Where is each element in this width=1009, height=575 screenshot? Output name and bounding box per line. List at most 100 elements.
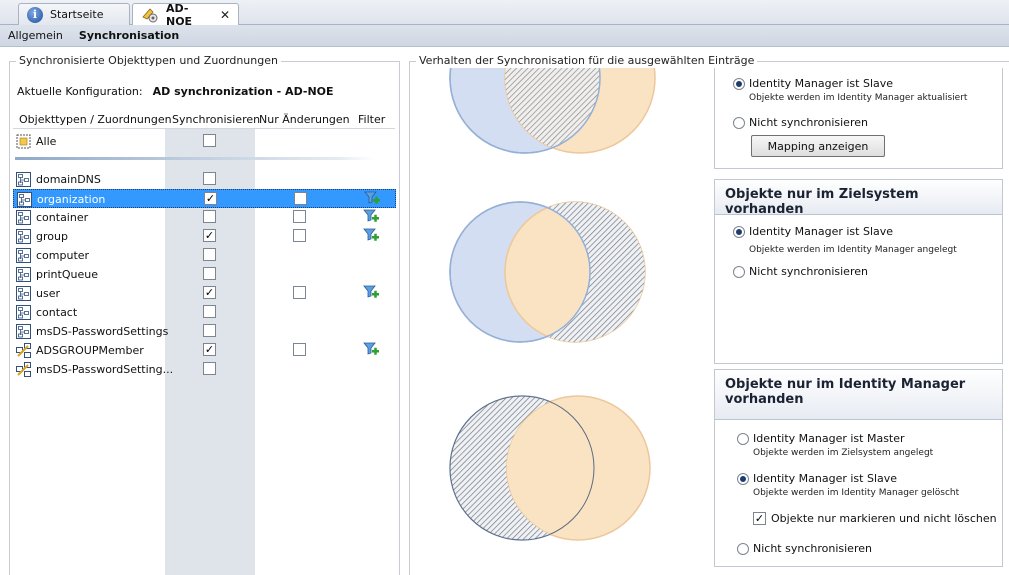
filter-add-icon[interactable] [364, 191, 380, 207]
group-legend: Synchronisierte Objekttypen und Zuordnun… [16, 54, 281, 67]
column-header-changes[interactable]: Nur Änderungen [259, 113, 350, 126]
row-label: computer [36, 249, 90, 262]
sync-checkbox[interactable] [203, 248, 216, 261]
mapping-button[interactable]: Mapping anzeigen [751, 135, 885, 157]
radio-master[interactable] [737, 433, 749, 445]
object-type-icon [16, 286, 31, 301]
document-tabstrip: i Startseite AD-NOE ✕ [0, 0, 1009, 28]
table-row[interactable]: domainDNS [13, 170, 396, 189]
current-configuration: Aktuelle Konfiguration: AD synchronizatio… [17, 85, 334, 98]
changes-only-checkbox[interactable] [293, 286, 306, 299]
object-type-icon [16, 229, 31, 244]
venn-diagram-target-only [440, 198, 680, 348]
all-separator [15, 157, 375, 160]
header-divider [13, 128, 395, 129]
changes-only-checkbox[interactable] [293, 229, 306, 242]
row-label: group [36, 230, 68, 243]
option-label: Identity Manager ist Master [753, 432, 905, 445]
sync-icon [141, 7, 159, 23]
changes-only-checkbox[interactable] [293, 343, 306, 356]
filter-add-icon[interactable] [363, 342, 379, 358]
table-row[interactable]: computer [13, 246, 396, 265]
column-header-objecttypes[interactable]: Objekttypen / Zuordnungen [19, 113, 172, 126]
sync-checkbox[interactable]: ✓ [203, 229, 216, 242]
filter-add-icon[interactable] [363, 228, 379, 244]
sync-checkbox[interactable]: ✓ [203, 343, 216, 356]
radio-slave[interactable] [733, 78, 745, 90]
section-tabs: Allgemein Synchronisation [0, 25, 1009, 47]
sync-checkbox[interactable]: ✓ [204, 192, 217, 205]
changes-only-checkbox[interactable] [294, 192, 307, 205]
tab-synchronisation[interactable]: Synchronisation [71, 29, 187, 42]
radio-slave[interactable] [733, 226, 745, 238]
option-description: Objekte werden im Identity Manager gelös… [753, 488, 960, 498]
venn-diagram-both [449, 68, 656, 154]
venn-diagram-manager-only [440, 390, 680, 550]
close-icon[interactable]: ✕ [220, 8, 230, 22]
option-label: Nicht synchronisieren [749, 116, 868, 129]
section-manager-only: Objekte nur im Identity Manager vorhande… [714, 369, 1003, 567]
option-label: Identity Manager ist Slave [749, 77, 894, 90]
sync-checkbox[interactable] [203, 210, 216, 223]
config-label: Aktuelle Konfiguration: [17, 85, 143, 98]
object-type-icon [16, 172, 31, 187]
option-description: Objekte werden im Zielsystem angelegt [753, 448, 934, 458]
row-all[interactable]: Alle [13, 132, 396, 151]
object-type-icon [16, 267, 31, 282]
checkbox-label: Objekte nur markieren und nicht löschen [771, 512, 997, 525]
option-description: Objekte werden im Identity Manager angel… [749, 245, 957, 255]
tab-startseite[interactable]: i Startseite [18, 3, 130, 25]
table-row[interactable]: msDS-PasswordSetting... [13, 360, 396, 379]
row-label: organization [37, 193, 106, 206]
table-row[interactable]: group ✓ [13, 227, 396, 246]
option-label: Identity Manager ist Slave [753, 472, 898, 485]
section-both-systems: Identity Manager ist Slave Objekte werde… [714, 68, 1003, 169]
table-row[interactable]: msDS-PasswordSettings [13, 322, 396, 341]
option-label: Nicht synchronisieren [749, 265, 868, 278]
changes-only-checkbox[interactable] [293, 210, 306, 223]
tab-allgemein[interactable]: Allgemein [0, 29, 71, 42]
row-label: msDS-PasswordSetting... [36, 363, 174, 376]
mapping-icon [16, 362, 31, 377]
table-row[interactable]: organization ✓ [13, 189, 396, 208]
column-header-sync[interactable]: Synchronisieren [172, 113, 260, 126]
radio-slave[interactable] [737, 473, 749, 485]
row-label: domainDNS [36, 173, 101, 186]
sync-checkbox[interactable] [203, 172, 216, 185]
section-title: Objekte nur im Identity Manager vorhande… [715, 370, 1002, 420]
filter-add-icon[interactable] [363, 209, 379, 225]
table-row[interactable]: user ✓ [13, 284, 396, 303]
select-all-icon [16, 134, 31, 149]
row-label: user [36, 287, 60, 300]
row-label: printQueue [36, 268, 98, 281]
config-value: AD synchronization - AD-NOE [152, 85, 334, 98]
radio-no-sync[interactable] [737, 543, 749, 555]
sync-checkbox[interactable] [203, 362, 216, 375]
option-label: Nicht synchronisieren [753, 542, 872, 555]
mapping-icon [16, 343, 31, 358]
row-label: ADSGROUPMember [36, 344, 144, 357]
column-header-filter[interactable]: Filter [358, 113, 385, 126]
table-row[interactable]: container [13, 208, 396, 227]
table-row[interactable]: contact [13, 303, 396, 322]
sync-checkbox[interactable] [203, 305, 216, 318]
mark-only-checkbox[interactable]: ✓ [753, 512, 766, 525]
radio-no-sync[interactable] [733, 117, 745, 129]
row-label: container [36, 211, 89, 224]
tab-ad-noe[interactable]: AD-NOE ✕ [132, 2, 239, 28]
object-type-icon [16, 324, 31, 339]
sync-checkbox[interactable]: ✓ [203, 286, 216, 299]
radio-no-sync[interactable] [733, 266, 745, 278]
object-type-icon [16, 305, 31, 320]
table-row[interactable]: printQueue [13, 265, 396, 284]
tab-label: Startseite [50, 8, 104, 21]
row-label: Alle [36, 135, 57, 148]
sync-checkbox[interactable] [203, 267, 216, 280]
sync-checkbox[interactable] [203, 324, 216, 337]
filter-add-icon[interactable] [363, 285, 379, 301]
object-type-icon [16, 248, 31, 263]
object-type-icon [16, 210, 31, 225]
option-label: Identity Manager ist Slave [749, 225, 894, 238]
sync-all-checkbox[interactable] [203, 134, 216, 147]
table-row[interactable]: ADSGROUPMember ✓ [13, 341, 396, 360]
